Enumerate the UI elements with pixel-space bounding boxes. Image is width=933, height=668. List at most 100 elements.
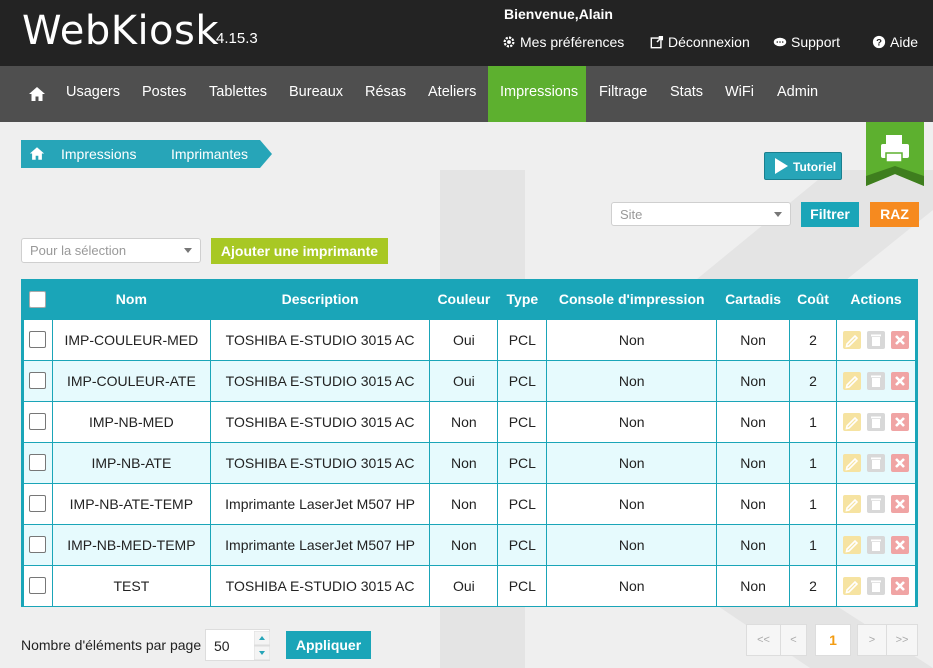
cell-cartadis: Non <box>716 359 791 402</box>
home-icon[interactable] <box>28 86 46 102</box>
per-page-input[interactable]: 50 <box>205 629 270 661</box>
header-cartadis[interactable]: Cartadis <box>717 279 790 319</box>
site-select[interactable]: Site <box>611 202 791 226</box>
filter-button[interactable]: Filtrer <box>801 202 859 227</box>
row-checkbox[interactable] <box>29 372 47 390</box>
header-console[interactable]: Console d'impression <box>547 279 717 319</box>
cell-description: Imprimante LaserJet M507 HP <box>209 523 431 566</box>
trash-icon[interactable] <box>867 576 885 595</box>
add-printer-button[interactable]: Ajouter une imprimante <box>211 238 388 264</box>
tutorial-button[interactable]: Tutoriel <box>764 152 842 180</box>
nav-bureaux[interactable]: Bureaux <box>277 66 355 122</box>
edit-icon[interactable] <box>843 371 862 390</box>
nav-usagers[interactable]: Usagers <box>54 66 132 122</box>
chevron-down-icon <box>774 212 782 217</box>
trash-icon[interactable] <box>867 453 885 472</box>
row-checkbox[interactable] <box>29 495 47 513</box>
header-couleur[interactable]: Couleur <box>430 279 498 319</box>
trash-icon[interactable] <box>867 371 885 390</box>
trash-icon[interactable] <box>867 412 885 431</box>
header-type[interactable]: Type <box>498 279 547 319</box>
header-cout[interactable]: Coût <box>790 279 837 319</box>
nav-admin[interactable]: Admin <box>765 66 830 122</box>
cell-couleur: Oui <box>429 359 499 402</box>
welcome-text: Bienvenue,Alain <box>504 6 613 22</box>
breadcrumb-arrow <box>260 140 272 168</box>
nav-ateliers[interactable]: Ateliers <box>416 66 488 122</box>
nav-postes[interactable]: Postes <box>130 66 198 122</box>
close-icon[interactable] <box>890 494 909 513</box>
per-page-value: 50 <box>214 638 230 654</box>
pagination-first[interactable]: << <box>746 624 781 656</box>
help-link[interactable]: ? Aide <box>872 34 932 50</box>
edit-icon[interactable] <box>843 412 862 431</box>
cell-type: PCL <box>497 359 548 402</box>
header-description[interactable]: Description <box>210 279 430 319</box>
nav-wifi[interactable]: WiFi <box>713 66 766 122</box>
close-icon[interactable] <box>890 453 909 472</box>
select-all-checkbox[interactable] <box>29 290 47 308</box>
close-icon[interactable] <box>890 330 909 349</box>
question-icon: ? <box>872 35 886 49</box>
nav-resas[interactable]: Résas <box>353 66 418 122</box>
breadcrumb-impressions[interactable]: Impressions <box>21 140 161 168</box>
printer-badge <box>866 122 924 186</box>
row-checkbox[interactable] <box>29 331 47 349</box>
trash-icon[interactable] <box>867 494 885 513</box>
cell-description: TOSHIBA E-STUDIO 3015 AC <box>209 318 431 361</box>
row-checkbox-cell <box>23 482 53 525</box>
cell-type: PCL <box>497 564 548 607</box>
trash-icon[interactable] <box>867 535 885 554</box>
selection-action-select[interactable]: Pour la sélection <box>21 238 201 263</box>
row-checkbox[interactable] <box>29 577 47 595</box>
support-link[interactable]: Support <box>773 34 853 50</box>
cell-couleur: Oui <box>429 318 499 361</box>
logout-label: Déconnexion <box>668 34 750 50</box>
table-row: IMP-NB-ATE-TEMP Imprimante LaserJet M507… <box>23 482 916 525</box>
pagination-next[interactable]: > <box>857 624 887 656</box>
cell-type: PCL <box>497 318 548 361</box>
tutorial-label: Tutoriel <box>793 160 837 174</box>
per-page-label: Nombre d'éléments par page <box>21 637 202 653</box>
reset-button[interactable]: RAZ <box>870 202 919 227</box>
pagination-current[interactable]: 1 <box>815 624 851 656</box>
close-icon[interactable] <box>890 412 909 431</box>
cell-cout: 1 <box>789 441 838 484</box>
row-checkbox[interactable] <box>29 454 47 472</box>
table-row: IMP-NB-ATE TOSHIBA E-STUDIO 3015 AC Non … <box>23 441 916 484</box>
edit-icon[interactable] <box>843 535 862 554</box>
pagination-last[interactable]: >> <box>886 624 918 656</box>
selection-select-placeholder: Pour la sélection <box>30 243 127 258</box>
nav-filtrage[interactable]: Filtrage <box>587 66 659 122</box>
breadcrumb-arrow <box>141 140 153 168</box>
header-nom[interactable]: Nom <box>52 279 210 319</box>
cell-actions <box>836 523 916 566</box>
close-icon[interactable] <box>890 371 909 390</box>
help-label: Aide <box>890 34 919 50</box>
edit-icon[interactable] <box>843 576 862 595</box>
pagination-prev[interactable]: < <box>780 624 807 656</box>
cell-console: Non <box>546 318 718 361</box>
nav-stats[interactable]: Stats <box>658 66 715 122</box>
close-icon[interactable] <box>890 535 909 554</box>
nav-impressions[interactable]: Impressions <box>488 66 586 122</box>
edit-icon[interactable] <box>843 494 862 513</box>
nav-tablettes[interactable]: Tablettes <box>197 66 279 122</box>
preferences-link[interactable]: Mes préférences <box>502 34 632 50</box>
row-checkbox[interactable] <box>29 536 47 554</box>
trash-icon[interactable] <box>867 330 885 349</box>
apply-button[interactable]: Appliquer <box>286 631 371 659</box>
cell-console: Non <box>546 400 718 443</box>
chat-icon <box>773 37 787 47</box>
cell-console: Non <box>546 564 718 607</box>
number-spinner-icon[interactable] <box>254 631 270 660</box>
close-icon[interactable] <box>890 576 909 595</box>
cell-cartadis: Non <box>716 564 791 607</box>
table-row: IMP-NB-MED-TEMP Imprimante LaserJet M507… <box>23 523 916 566</box>
cell-couleur: Non <box>429 441 499 484</box>
row-checkbox[interactable] <box>29 413 47 431</box>
logout-link[interactable]: Déconnexion <box>650 34 760 50</box>
edit-icon[interactable] <box>843 453 862 472</box>
edit-icon[interactable] <box>843 330 862 349</box>
support-label: Support <box>791 34 841 50</box>
